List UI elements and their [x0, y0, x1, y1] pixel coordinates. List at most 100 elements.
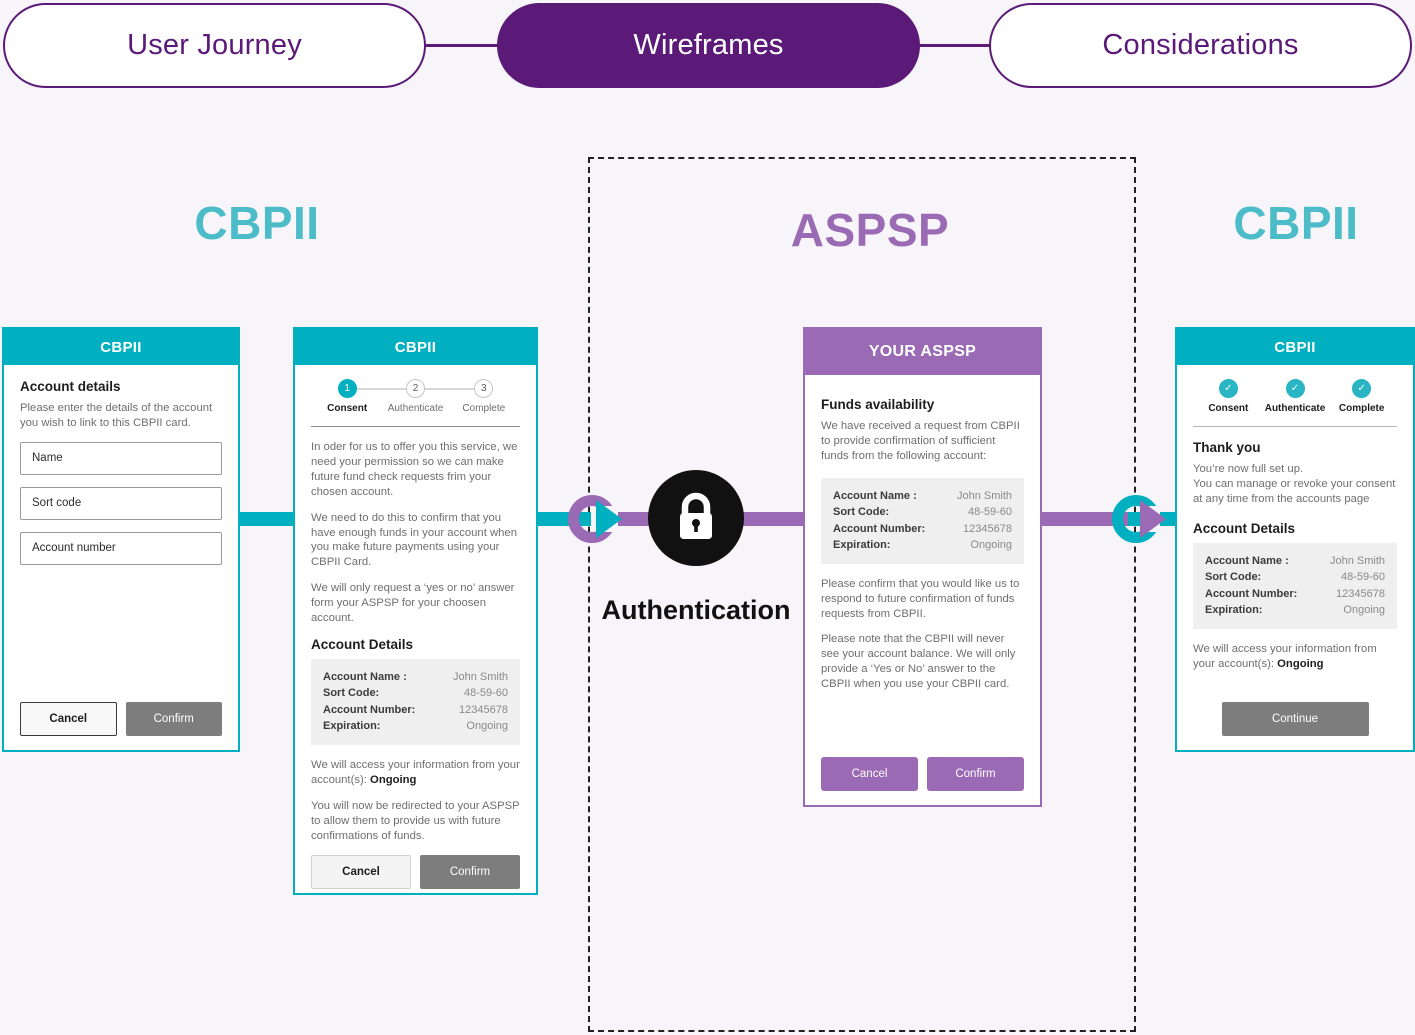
account-key: Account Number: [323, 703, 416, 716]
step-label-3: Complete [1338, 403, 1385, 414]
account-value: 48-59-60 [967, 506, 1012, 519]
name-input[interactable]: Name [20, 441, 222, 475]
step-authenticate[interactable]: ✓ Authenticate [1262, 379, 1329, 414]
account-key: Expiration: [323, 720, 381, 733]
stepper-divider [311, 426, 520, 427]
account-row: Account Name : John Smith [323, 669, 508, 686]
phone1-header: CBPII [4, 329, 238, 365]
phone3-para-2: Please note that the CBPII will never se… [821, 633, 1016, 691]
account-key: Account Number: [833, 522, 926, 535]
phone2-details-title: Account Details [311, 636, 414, 652]
step-dot-1: ✓ [1218, 379, 1238, 398]
sort-code-input[interactable]: Sort code [20, 486, 222, 520]
account-key: Account Number: [1205, 587, 1298, 600]
step-label-1: Consent [1208, 403, 1249, 414]
step-dot-2: ✓ [1285, 379, 1305, 398]
lane-title-cbpii-left: CBPII [194, 197, 320, 249]
tab-wireframes[interactable]: Wireframes [497, 3, 920, 88]
phone4-intro-line2: You can manage or revoke your consent at… [1193, 477, 1396, 505]
account-key: Sort Code: [1205, 571, 1262, 584]
account-value: Ongoing [970, 539, 1012, 552]
account-row: Account Number: 12345678 [1205, 586, 1385, 603]
account-row: Sort Code: 48-59-60 [833, 504, 1012, 521]
confirm-button[interactable]: Confirm [927, 757, 1024, 791]
arrow-right-icon-purple [1140, 500, 1166, 538]
account-value: Ongoing [1343, 604, 1385, 617]
nav-connector-2 [918, 44, 991, 47]
step-authenticate[interactable]: 2 Authenticate [381, 379, 477, 414]
step-dot-2: 2 [405, 379, 425, 398]
account-value: Ongoing [466, 720, 508, 733]
phone2-actions: Cancel Confirm [311, 854, 520, 889]
account-row: Sort Code: 48-59-60 [323, 685, 508, 702]
phone2-para-2: We need to do this to confirm that you h… [311, 511, 518, 569]
account-row: Account Name : John Smith [833, 488, 1012, 505]
nav-connector-1 [424, 44, 499, 47]
wireframe-canvas: User Journey Wireframes Considerations C… [0, 0, 1415, 1035]
phone2-footer-2: You will now be redirected to your ASPSP… [311, 799, 520, 842]
account-row: Sort Code: 48-59-60 [1205, 569, 1385, 586]
phone3-intro: We have received a request from CBPII to… [821, 420, 1020, 462]
top-navigation: User Journey Wireframes Considerations [0, 0, 1415, 92]
phone3-actions: Cancel Confirm [821, 757, 1024, 791]
confirm-button[interactable]: Confirm [420, 854, 520, 889]
lane-title-aspsp: ASPSP [790, 204, 950, 256]
tab-considerations[interactable]: Considerations [989, 3, 1412, 88]
phone-screen-complete: CBPII ✓ Consent ✓ Authenticate ✓ Complet… [1175, 327, 1415, 752]
step-consent[interactable]: ✓ Consent [1195, 379, 1262, 414]
account-key: Sort Code: [833, 506, 890, 519]
account-row: Expiration: Ongoing [1205, 602, 1385, 619]
confirm-button[interactable]: Confirm [125, 702, 222, 736]
step-complete[interactable]: 3 Complete [450, 379, 518, 414]
authentication-label: Authentication [601, 595, 791, 625]
step-dot-3: ✓ [1352, 379, 1372, 398]
continue-button[interactable]: Continue [1221, 702, 1369, 736]
step-dot-3: 3 [474, 379, 494, 398]
phone4-header: CBPII [1177, 329, 1413, 365]
phone4-intro-line1: You’re now full set up. [1193, 463, 1304, 475]
lane-title-cbpii-right: CBPII [1233, 197, 1359, 249]
phone3-header: YOUR ASPSP [805, 329, 1040, 375]
step-line-1 [353, 388, 409, 390]
cancel-button[interactable]: Cancel [20, 702, 117, 736]
account-value: 12345678 [963, 522, 1012, 535]
phone2-footer-1: We will access your information from you… [311, 758, 520, 788]
phone-screen-consent: CBPII 1 Consent 2 Authenticate 3 Complet… [293, 327, 538, 895]
stepper-divider [1193, 426, 1397, 427]
phone4-footer-bold: Ongoing [1277, 657, 1324, 670]
account-value: 48-59-60 [1340, 571, 1385, 584]
tab-user-journey[interactable]: User Journey [3, 3, 426, 88]
account-row: Expiration: Ongoing [323, 718, 508, 735]
account-key: Sort Code: [323, 687, 380, 700]
step-label-3: Complete [462, 403, 506, 414]
phone2-header: CBPII [295, 329, 536, 365]
step-complete[interactable]: ✓ Complete [1328, 379, 1395, 414]
account-key: Expiration: [833, 539, 891, 552]
account-value: John Smith [452, 670, 508, 683]
account-number-input[interactable]: Account number [20, 531, 222, 565]
account-details-box: Account Name : John Smith Sort Code: 48-… [311, 658, 520, 745]
account-key: Account Name : [1205, 554, 1289, 567]
phone1-intro: Please enter the details of the account … [20, 402, 213, 429]
step-dot-1: 1 [337, 379, 357, 398]
phone2-stepper: 1 Consent 2 Authenticate 3 Complete [311, 375, 520, 414]
account-row: Account Number: 12345678 [833, 521, 1012, 538]
phone3-para-1: Please confirm that you would like us to… [821, 577, 1020, 620]
account-value: John Smith [956, 489, 1012, 502]
account-details-box: Account Name : John Smith Sort Code: 48-… [821, 477, 1024, 564]
account-details-box: Account Name : John Smith Sort Code: 48-… [1193, 542, 1397, 629]
cancel-button[interactable]: Cancel [821, 757, 918, 791]
phone1-actions: Cancel Confirm [20, 702, 222, 736]
phone4-details-title: Account Details [1193, 520, 1296, 536]
account-key: Account Name : [323, 670, 407, 683]
step-label-1: Consent [327, 403, 368, 414]
account-value: 12345678 [1336, 587, 1385, 600]
step-consent[interactable]: 1 Consent [313, 379, 409, 414]
cancel-button[interactable]: Cancel [311, 854, 411, 889]
phone4-footer: We will access your information from you… [1193, 642, 1397, 672]
step-line-2 [422, 388, 477, 390]
step-label-2: Authenticate [1264, 403, 1326, 414]
authentication-badge [648, 470, 744, 566]
account-key: Account Name : [833, 489, 917, 502]
phone2-para-1: In oder for us to offer you this service… [311, 441, 518, 498]
